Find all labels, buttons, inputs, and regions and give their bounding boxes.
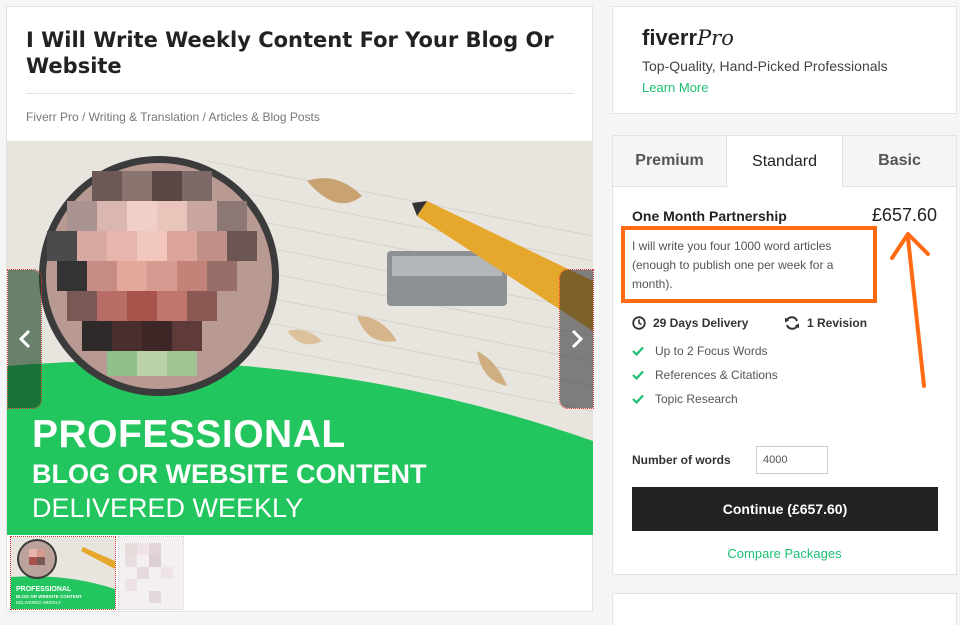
package-description: I will write you four 1000 word articles… <box>621 226 877 303</box>
check-icon <box>632 394 644 404</box>
fiverr-pro-box: fiverrPro Top-Quality, Hand-Picked Profe… <box>612 6 957 114</box>
thumbnail-line-3: DELIVERED WEEKLY <box>16 600 61 605</box>
tab-standard[interactable]: Standard <box>727 136 842 187</box>
continue-button[interactable]: Continue (£657.60) <box>632 487 938 531</box>
seller-card-partial <box>612 593 957 625</box>
chevron-right-icon <box>571 329 583 349</box>
fiverr-pro-logo: fiverrPro <box>642 25 734 51</box>
delivery-time: 29 Days Delivery <box>632 316 748 330</box>
feature-item: References & Citations <box>632 368 778 382</box>
logo-script: Pro <box>697 26 734 50</box>
package-price: £657.60 <box>871 205 937 225</box>
feature-item: Up to 2 Focus Words <box>632 344 768 358</box>
prev-image-button[interactable] <box>7 269 42 409</box>
compare-packages-link[interactable]: Compare Packages <box>613 546 956 561</box>
tab-premium[interactable]: Premium <box>613 136 727 187</box>
learn-more-link[interactable]: Learn More <box>642 80 708 95</box>
hero-heading: PROFESSIONAL <box>32 413 346 456</box>
logo-word: fiverr <box>642 25 698 50</box>
gig-panel: I Will Write Weekly Content For Your Blo… <box>6 6 594 612</box>
revisions: 1 Revision <box>784 316 867 330</box>
pro-tagline: Top-Quality, Hand-Picked Professionals <box>642 58 888 74</box>
package-name: One Month Partnership <box>632 208 787 224</box>
check-icon <box>632 370 644 380</box>
gig-title: I Will Write Weekly Content For Your Blo… <box>26 28 554 78</box>
refresh-icon <box>785 316 799 330</box>
title-divider <box>26 93 574 94</box>
chevron-left-icon <box>18 329 30 349</box>
hero-subheading: BLOG OR WEBSITE CONTENT <box>32 459 427 489</box>
feature-label: Topic Research <box>655 392 738 406</box>
words-label: Number of words <box>632 453 731 467</box>
annotation-arrow-icon <box>890 232 930 388</box>
thumbnail-1[interactable]: PROFESSIONAL BLOG OR WEBSITE CONTENT DEL… <box>10 536 116 610</box>
thumbnail-2-image <box>119 537 183 609</box>
package-tabs: Premium Standard Basic <box>613 136 956 187</box>
feature-label: Up to 2 Focus Words <box>655 344 768 358</box>
delivery-text: 29 Days Delivery <box>653 316 749 330</box>
thumbnail-line-1: PROFESSIONAL <box>16 586 72 593</box>
page: I Will Write Weekly Content For Your Blo… <box>0 0 960 625</box>
tab-basic[interactable]: Basic <box>842 136 956 187</box>
clock-icon <box>632 316 646 330</box>
thumbnail-1-image: PROFESSIONAL BLOG OR WEBSITE CONTENT DEL… <box>11 537 115 609</box>
revisions-text: 1 Revision <box>807 316 868 330</box>
thumbnail-2[interactable] <box>118 536 184 610</box>
thumbnail-line-2: BLOG OR WEBSITE CONTENT <box>16 594 82 599</box>
feature-label: References & Citations <box>655 368 778 382</box>
feature-item: Topic Research <box>632 392 738 406</box>
number-of-words-input[interactable] <box>756 446 828 474</box>
hero-tagline: DELIVERED WEEKLY <box>32 493 304 523</box>
breadcrumb[interactable]: Fiverr Pro / Writing & Translation / Art… <box>26 110 320 124</box>
gig-hero-image: PROFESSIONAL BLOG OR WEBSITE CONTENT DEL… <box>7 141 593 535</box>
next-image-button[interactable] <box>559 269 594 409</box>
check-icon <box>632 346 644 356</box>
